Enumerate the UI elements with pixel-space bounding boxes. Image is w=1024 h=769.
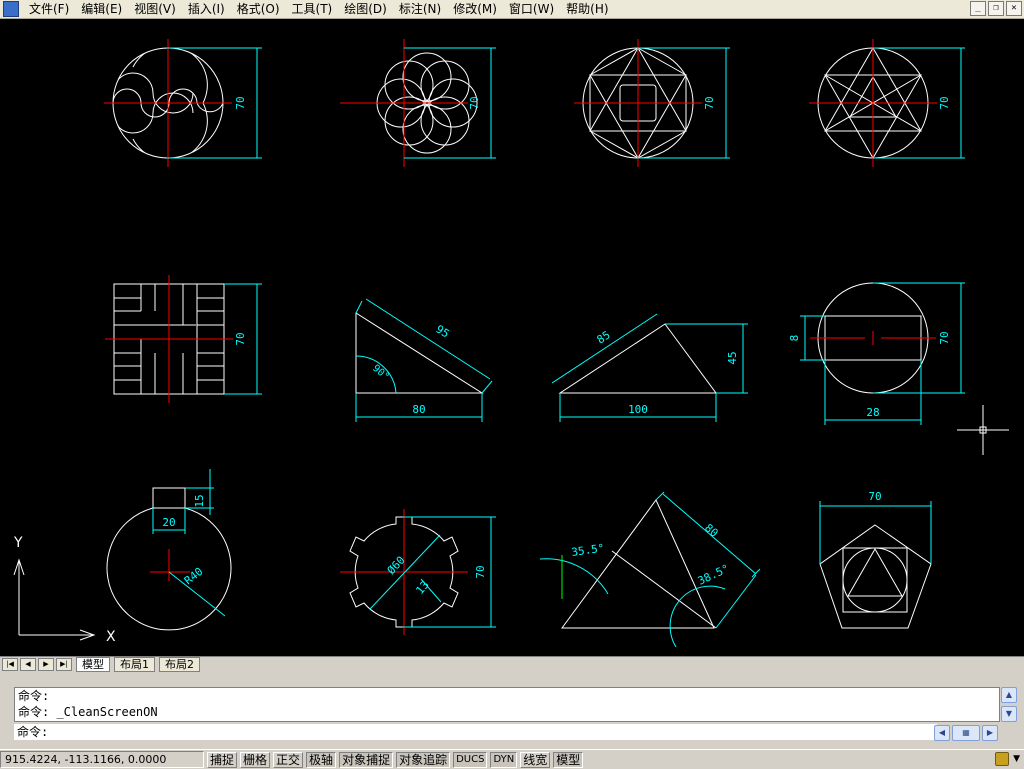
- menu-tools[interactable]: 工具(T): [286, 0, 339, 18]
- menu-window[interactable]: 窗口(W): [503, 0, 560, 18]
- prev-tab-button[interactable]: ◀: [20, 658, 36, 671]
- lineweight-toggle[interactable]: 线宽: [520, 751, 551, 768]
- dim-12: [819, 501, 932, 564]
- dim-6-text: 95: [433, 323, 451, 341]
- figure-right-triangle: [355, 312, 484, 394]
- dim-20-text: 70: [474, 565, 487, 578]
- menu-format[interactable]: 格式(O): [231, 0, 286, 18]
- command-history-line: 命令:: [18, 689, 50, 703]
- scroll-left-icon[interactable]: ◀: [934, 725, 950, 741]
- crosshair-cursor: [957, 405, 1009, 455]
- menu-edit[interactable]: 编辑(E): [75, 0, 128, 18]
- minimize-button[interactable]: _: [970, 1, 986, 16]
- figure-rosette: [340, 39, 478, 167]
- dim-21-text: 35.5°: [571, 541, 606, 558]
- dim-16-text: 20: [162, 516, 175, 529]
- dim-2-text: 70: [468, 96, 481, 109]
- figure-keyed-circle: [106, 487, 232, 631]
- grid-toggle[interactable]: 栅格: [240, 751, 271, 768]
- figure-parquet-square: [105, 275, 233, 403]
- menu-insert[interactable]: 插入(I): [182, 0, 231, 18]
- menu-dimension[interactable]: 标注(N): [393, 0, 447, 18]
- figure-lug-circle: [340, 509, 468, 635]
- dim-12-text: 8: [788, 335, 801, 342]
- dim-19-text: 13: [413, 578, 431, 597]
- menu-bar: 文件(F) 编辑(E) 视图(V) 插入(I) 格式(O) 工具(T) 绘图(D…: [0, 0, 1024, 19]
- restore-button[interactable]: ❐: [988, 1, 1004, 16]
- command-input[interactable]: 命令:: [14, 724, 937, 740]
- dim-15-text: 15: [193, 494, 206, 507]
- lock-icon[interactable]: [995, 752, 1010, 766]
- model-toggle[interactable]: 模型: [553, 751, 584, 768]
- menu-help[interactable]: 帮助(H): [560, 0, 614, 18]
- scroll-up-icon[interactable]: ▲: [1001, 687, 1017, 703]
- figure-oblique-triangle: [558, 323, 717, 394]
- next-tab-button[interactable]: ▶: [38, 658, 54, 671]
- osnap-toggle[interactable]: 对象捕捉: [339, 751, 394, 768]
- command-window: 命令: 命令: _CleanScreenON ▲ ▼ 命令: ◀ ▦ ▶: [0, 679, 1024, 745]
- dim-1-text: 70: [234, 96, 247, 109]
- snap-toggle[interactable]: 捕捉: [207, 751, 238, 768]
- dim-7: [551, 313, 748, 422]
- command-history: 命令: 命令: _CleanScreenON: [14, 687, 1000, 722]
- command-hscrollbar[interactable]: ◀ ▦ ▶: [934, 725, 1000, 741]
- dim-3-text: 70: [703, 96, 716, 109]
- figure-star-circle: [809, 39, 937, 167]
- drawing-canvas[interactable]: 70 70 70 70 70 95 90° 80 85 100 45 8 70 …: [0, 19, 1024, 656]
- dim-10-text: 100: [628, 403, 648, 416]
- figure-nested-pentagon: [819, 524, 932, 629]
- scroll-right-icon[interactable]: ▶: [982, 725, 998, 741]
- dim-24-text: 70: [868, 490, 881, 503]
- tab-layout1[interactable]: 布局1: [114, 657, 155, 672]
- menu-view[interactable]: 视图(V): [128, 0, 182, 18]
- close-button[interactable]: ✕: [1006, 1, 1022, 16]
- menu-modify[interactable]: 修改(M): [447, 0, 503, 18]
- ucs-icon: [13, 558, 96, 641]
- dim-5-text: 70: [234, 332, 247, 345]
- tab-model[interactable]: 模型: [76, 657, 110, 672]
- polar-toggle[interactable]: 极轴: [306, 751, 337, 768]
- dim-8-text: 80: [412, 403, 425, 416]
- tray-menu-icon[interactable]: ▼: [1013, 754, 1020, 764]
- first-tab-button[interactable]: |◀: [2, 658, 18, 671]
- ucs-x-label: X: [106, 629, 116, 645]
- otrack-toggle[interactable]: 对象追踪: [396, 751, 451, 768]
- scroll-thumb[interactable]: ▦: [952, 725, 980, 741]
- last-tab-button[interactable]: ▶|: [56, 658, 72, 671]
- scroll-down-icon[interactable]: ▼: [1001, 706, 1017, 722]
- ducs-toggle[interactable]: DUCS: [453, 751, 488, 768]
- dyn-toggle[interactable]: DYN: [490, 751, 518, 768]
- ortho-toggle[interactable]: 正交: [273, 751, 304, 768]
- coordinate-readout[interactable]: 915.4224, -113.1166, 0.0000: [0, 751, 204, 768]
- dim-17-text: R40: [182, 565, 206, 587]
- menu-draw[interactable]: 绘图(D): [338, 0, 393, 18]
- dim-4-text: 70: [938, 96, 951, 109]
- dim-22-text: 80: [702, 521, 721, 539]
- dim-13-text: 70: [938, 331, 951, 344]
- dim-9-text: 85: [595, 328, 613, 346]
- menu-file[interactable]: 文件(F): [23, 0, 75, 18]
- dim-14-text: 28: [866, 406, 879, 419]
- app-icon[interactable]: [3, 1, 19, 17]
- command-history-line: 命令: _CleanScreenON: [18, 705, 158, 719]
- dim-7-text: 90°: [370, 363, 391, 383]
- command-scrollbar[interactable]: ▲ ▼: [1001, 687, 1017, 722]
- figure-hexagram-circle: [574, 39, 702, 167]
- ucs-y-label: Y: [13, 535, 23, 551]
- dim-11-text: 45: [726, 351, 739, 364]
- dim-23-text: 38.5°: [696, 562, 732, 588]
- figure-swirl-circle: [104, 39, 232, 167]
- figure-circle-rectangle: [810, 282, 936, 394]
- status-bar: 915.4224, -113.1166, 0.0000 捕捉 栅格 正交 极轴 …: [0, 749, 1024, 769]
- layout-tabbar: |◀ ◀ ▶ ▶| 模型 布局1 布局2: [0, 656, 1024, 672]
- status-tray: ▼: [995, 752, 1020, 766]
- tab-layout2[interactable]: 布局2: [159, 657, 200, 672]
- dim-9: [152, 469, 226, 617]
